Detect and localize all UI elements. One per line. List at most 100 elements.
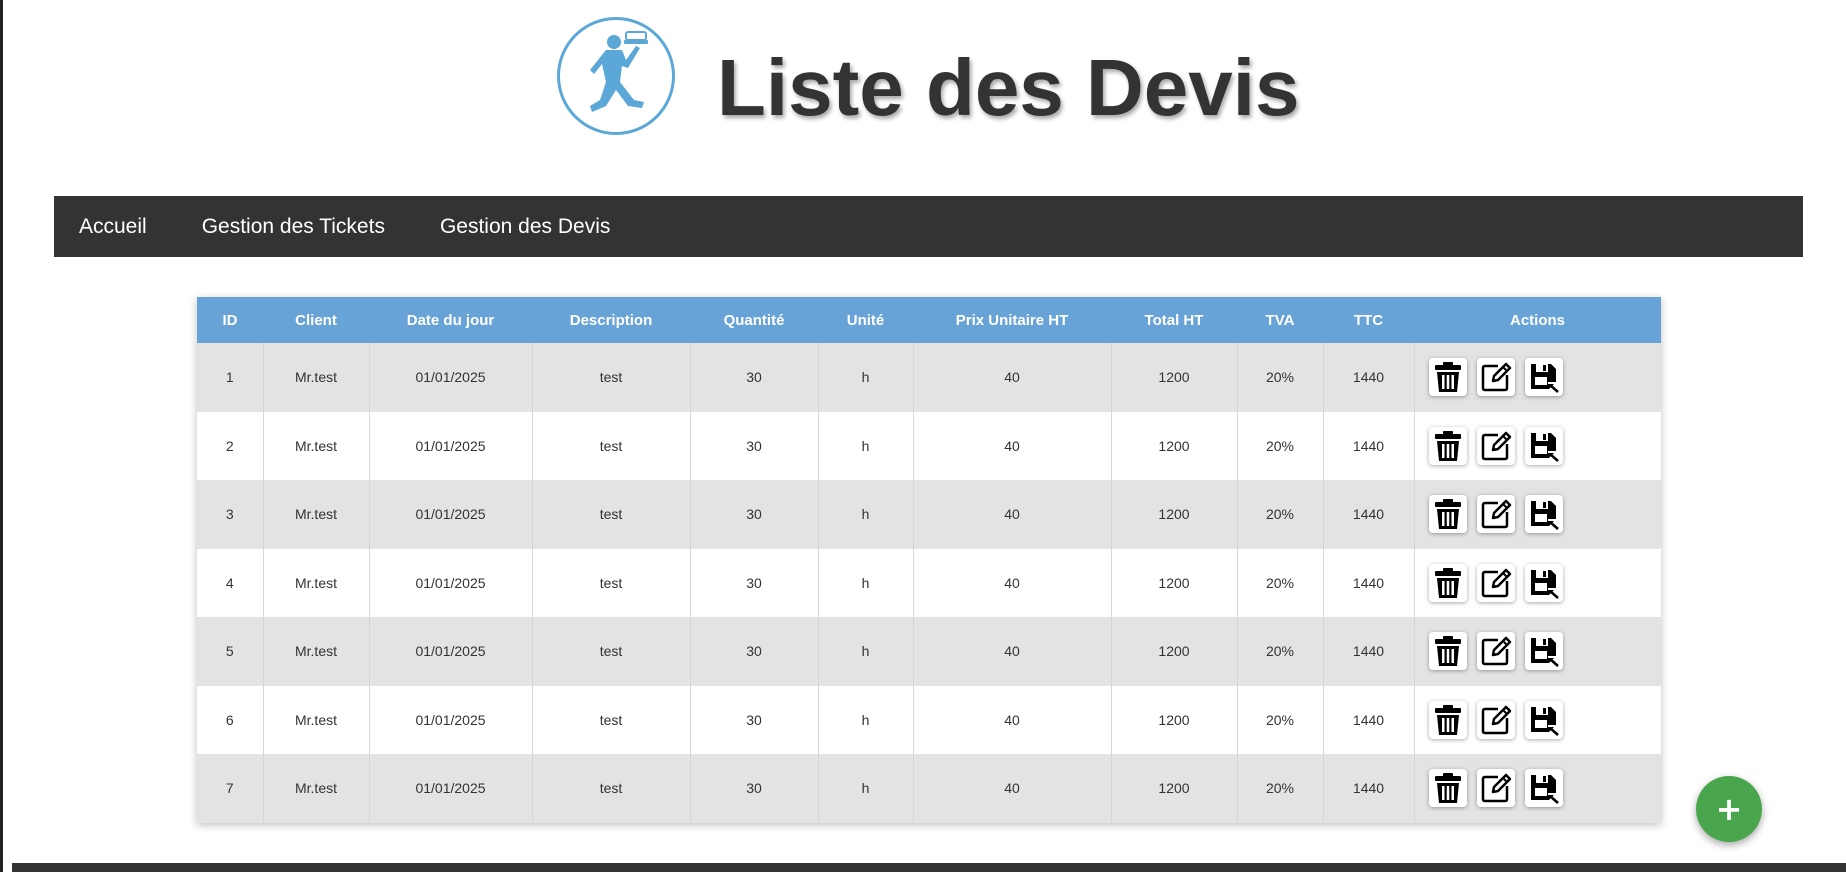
add-devis-button[interactable]: + <box>1696 776 1762 842</box>
cell-date: 01/01/2025 <box>369 480 533 549</box>
col-header-tva: TVA <box>1265 311 1295 329</box>
cell-unite: h <box>818 548 914 617</box>
cell-id: 5 <box>197 617 264 686</box>
col-header-actions: Actions <box>1509 311 1565 329</box>
footer-bar <box>12 863 1846 872</box>
delete-button[interactable] <box>1428 700 1467 739</box>
cell-unite: h <box>818 685 914 754</box>
edit-icon <box>1480 772 1512 804</box>
row-actions <box>1415 563 1662 602</box>
table-row: 1 Mr.test 01/01/2025 test 30 h 40 1200 20% 1440 <box>197 343 1661 412</box>
table-header-row: ID Client Date du jour Description Quant… <box>197 297 1661 343</box>
row-actions <box>1415 426 1662 465</box>
cell-unite: h <box>818 754 914 823</box>
col-header-total-ht: Total HT <box>1144 311 1204 329</box>
delete-button[interactable] <box>1428 563 1467 602</box>
cell-client: Mr.test <box>263 548 370 617</box>
cell-actions <box>1414 549 1661 618</box>
cell-actions <box>1414 686 1661 755</box>
col-header-ttc: TTC <box>1353 311 1384 329</box>
edit-button[interactable] <box>1476 563 1515 602</box>
trash-icon <box>1434 567 1462 599</box>
edit-icon <box>1480 430 1512 462</box>
cell-prix-unitaire: 40 <box>913 617 1112 686</box>
cell-description: test <box>532 617 691 686</box>
table-row: 5 Mr.test 01/01/2025 test 30 h 40 1200 20% 1440 <box>197 617 1661 686</box>
cell-tva: 20% <box>1237 411 1324 480</box>
edit-icon <box>1480 704 1512 736</box>
edit-icon <box>1480 361 1512 393</box>
cell-prix-unitaire: 40 <box>913 754 1112 823</box>
table-row: 6 Mr.test 01/01/2025 test 30 h 40 1200 20% 1440 <box>197 685 1661 755</box>
nav-item-accueil[interactable]: Accueil <box>54 215 147 239</box>
cell-ttc: 1440 <box>1323 548 1415 617</box>
delete-button[interactable] <box>1428 495 1467 534</box>
cell-id: 1 <box>197 343 264 412</box>
cell-client: Mr.test <box>263 754 370 823</box>
cell-description: test <box>532 343 691 412</box>
save-button[interactable] <box>1524 563 1563 602</box>
nav-item-gestion-devis[interactable]: Gestion des Devis <box>415 215 610 239</box>
cell-date: 01/01/2025 <box>369 754 533 823</box>
col-header-id: ID <box>222 311 238 329</box>
trash-icon <box>1434 772 1462 804</box>
delete-button[interactable] <box>1428 769 1467 808</box>
trash-icon <box>1434 635 1462 667</box>
row-actions <box>1415 769 1662 808</box>
edit-button[interactable] <box>1476 632 1515 671</box>
save-button[interactable] <box>1524 426 1563 465</box>
save-button[interactable] <box>1524 769 1563 808</box>
edit-icon <box>1480 498 1512 530</box>
edit-button[interactable] <box>1476 700 1515 739</box>
save-icon <box>1528 567 1560 599</box>
cell-tva: 20% <box>1237 480 1324 549</box>
cell-client: Mr.test <box>263 685 370 754</box>
row-actions <box>1415 632 1662 671</box>
save-icon <box>1528 772 1560 805</box>
cell-client: Mr.test <box>263 617 370 686</box>
col-header-unite: Unité <box>846 311 885 329</box>
table-row: 4 Mr.test 01/01/2025 test 30 h 40 1200 20% 1440 <box>197 548 1661 618</box>
table-row: 3 Mr.test 01/01/2025 test 30 h 40 1200 20% 1440 <box>197 480 1661 549</box>
cell-actions <box>1414 412 1661 481</box>
delete-button[interactable] <box>1428 426 1467 465</box>
cell-ttc: 1440 <box>1323 343 1415 412</box>
col-header-date: Date du jour <box>406 311 495 329</box>
cell-ttc: 1440 <box>1323 685 1415 754</box>
edit-button[interactable] <box>1476 426 1515 465</box>
cell-actions <box>1414 343 1661 412</box>
edit-button[interactable] <box>1476 358 1515 397</box>
cell-quantite: 30 <box>690 480 819 549</box>
nav-item-gestion-tickets[interactable]: Gestion des Tickets <box>177 215 385 239</box>
cell-total-ht: 1200 <box>1111 617 1238 686</box>
cell-quantite: 30 <box>690 685 819 754</box>
cell-quantite: 30 <box>690 411 819 480</box>
col-header-description: Description <box>569 311 653 329</box>
cell-total-ht: 1200 <box>1111 754 1238 823</box>
save-button[interactable] <box>1524 632 1563 671</box>
cell-description: test <box>532 754 691 823</box>
cell-date: 01/01/2025 <box>369 411 533 480</box>
delete-button[interactable] <box>1428 632 1467 671</box>
cell-ttc: 1440 <box>1323 411 1415 480</box>
save-button[interactable] <box>1524 358 1563 397</box>
row-actions <box>1415 358 1662 397</box>
cell-id: 6 <box>197 685 264 754</box>
cell-unite: h <box>818 617 914 686</box>
cell-prix-unitaire: 40 <box>913 685 1112 754</box>
cell-quantite: 30 <box>690 548 819 617</box>
save-button[interactable] <box>1524 700 1563 739</box>
page-header: Liste des Devis <box>0 0 1846 150</box>
cell-total-ht: 1200 <box>1111 548 1238 617</box>
delete-button[interactable] <box>1428 358 1467 397</box>
cell-quantite: 30 <box>690 343 819 412</box>
save-button[interactable] <box>1524 495 1563 534</box>
cell-total-ht: 1200 <box>1111 343 1238 412</box>
edit-button[interactable] <box>1476 495 1515 534</box>
waiter-logo-icon <box>557 17 675 135</box>
save-icon <box>1528 361 1560 394</box>
cell-date: 01/01/2025 <box>369 548 533 617</box>
cell-id: 2 <box>197 411 264 480</box>
cell-date: 01/01/2025 <box>369 685 533 754</box>
edit-button[interactable] <box>1476 769 1515 808</box>
